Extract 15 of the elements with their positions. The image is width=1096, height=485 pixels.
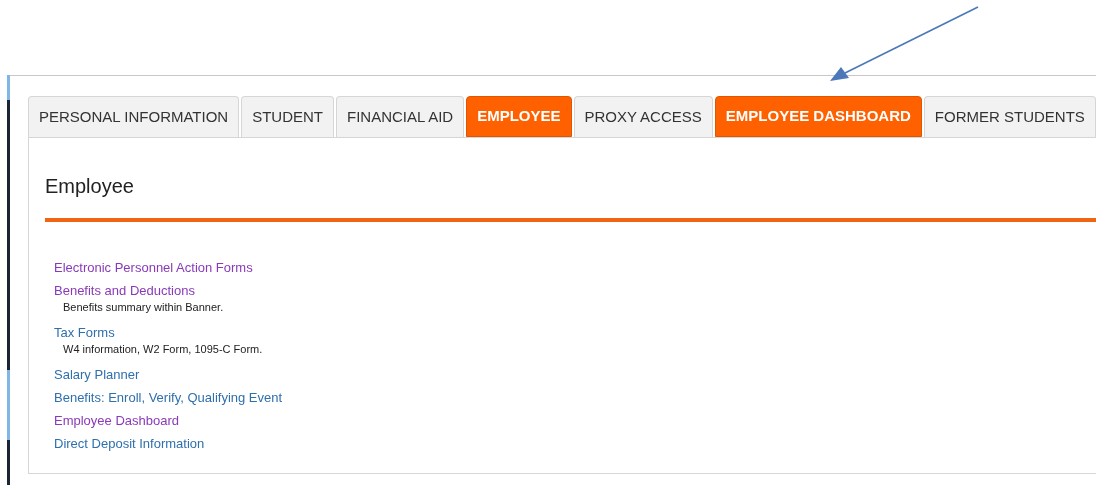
nav-link[interactable]: Direct Deposit Information bbox=[54, 435, 205, 452]
nav-link[interactable]: Tax Forms bbox=[54, 324, 115, 341]
nav-link[interactable]: Benefits and Deductions bbox=[54, 282, 195, 299]
tab[interactable]: PROXY ACCESS bbox=[573, 96, 713, 137]
nav-link[interactable]: Electronic Personnel Action Forms bbox=[54, 259, 253, 276]
section-heading: Employee bbox=[45, 174, 135, 198]
link-description: Benefits summary within Banner. bbox=[62, 300, 224, 314]
tab[interactable]: FINANCIAL AID bbox=[336, 96, 465, 137]
link-description: W4 information, W2 Form, 1095-C Form. bbox=[62, 342, 263, 356]
nav-link[interactable]: Salary Planner bbox=[54, 366, 140, 383]
tab[interactable]: STUDENT bbox=[241, 96, 335, 137]
tab[interactable]: FORMER STUDENTS bbox=[923, 96, 1096, 137]
tab[interactable]: PERSONAL INFORMATION bbox=[28, 96, 240, 137]
nav-link[interactable]: Employee Dashboard bbox=[54, 412, 180, 429]
nav-link[interactable]: Benefits: Enroll, Verify, Qualifying Event bbox=[54, 389, 283, 406]
